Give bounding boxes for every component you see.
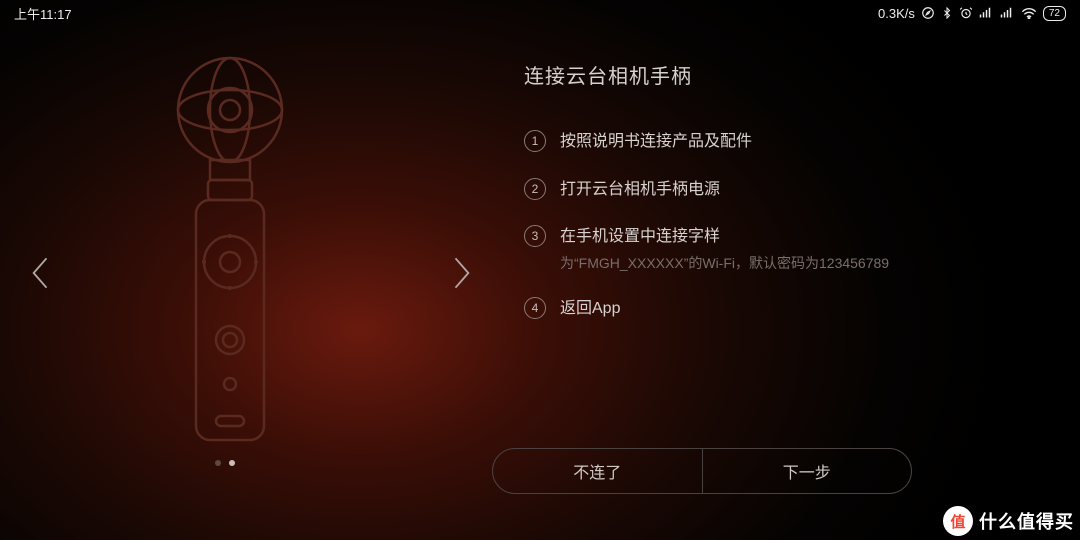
net-speed: 0.3K/s xyxy=(878,6,915,21)
page-dot xyxy=(215,460,221,466)
step-text: 返回App xyxy=(560,296,620,322)
step-2: 2 打开云台相机手柄电源 xyxy=(524,177,964,203)
signal-icon-2 xyxy=(1000,7,1015,19)
status-icons: 0.3K/s 72 xyxy=(878,6,1066,21)
step-text: 打开云台相机手柄电源 xyxy=(560,177,720,203)
step-1: 1 按照说明书连接产品及配件 xyxy=(524,129,964,155)
step-text: 按照说明书连接产品及配件 xyxy=(560,129,752,155)
step-number: 3 xyxy=(524,225,546,247)
compass-icon xyxy=(921,6,935,20)
watermark-badge: 值 xyxy=(943,506,973,536)
signal-icon-1 xyxy=(979,7,994,19)
step-number: 2 xyxy=(524,178,546,200)
step-number: 4 xyxy=(524,297,546,319)
bluetooth-icon xyxy=(941,6,953,20)
next-button[interactable]: 下一步 xyxy=(703,449,912,493)
chevron-left-icon xyxy=(30,255,52,291)
step-3: 3 在手机设置中连接字样 为“FMGH_XXXXXX”的Wi-Fi，默认密码为1… xyxy=(524,224,964,274)
instructions-panel: 连接云台相机手柄 1 按照说明书连接产品及配件 2 打开云台相机手柄电源 3 在… xyxy=(524,60,964,344)
watermark: 值 什么值得买 xyxy=(943,506,1074,536)
step-4: 4 返回App xyxy=(524,296,964,322)
panel-title: 连接云台相机手柄 xyxy=(524,60,964,89)
next-page-button[interactable] xyxy=(450,255,472,291)
watermark-text: 什么值得买 xyxy=(979,508,1074,534)
step-text: 在手机设置中连接字样 xyxy=(560,224,889,250)
cancel-button[interactable]: 不连了 xyxy=(493,449,703,493)
step-number: 1 xyxy=(524,130,546,152)
page-indicator xyxy=(215,460,235,466)
status-bar: 上午11:17 0.3K/s 72 xyxy=(0,0,1080,26)
wifi-icon xyxy=(1021,7,1037,19)
battery-indicator: 72 xyxy=(1043,6,1066,21)
button-row: 不连了 下一步 xyxy=(492,448,912,494)
page-dot-active xyxy=(229,460,235,466)
alarm-icon xyxy=(959,6,973,20)
status-time: 上午11:17 xyxy=(14,4,72,23)
prev-page-button[interactable] xyxy=(30,255,52,291)
device-illustration xyxy=(120,40,340,460)
chevron-right-icon xyxy=(450,255,472,291)
step-subtext: 为“FMGH_XXXXXX”的Wi-Fi，默认密码为123456789 xyxy=(560,252,889,274)
